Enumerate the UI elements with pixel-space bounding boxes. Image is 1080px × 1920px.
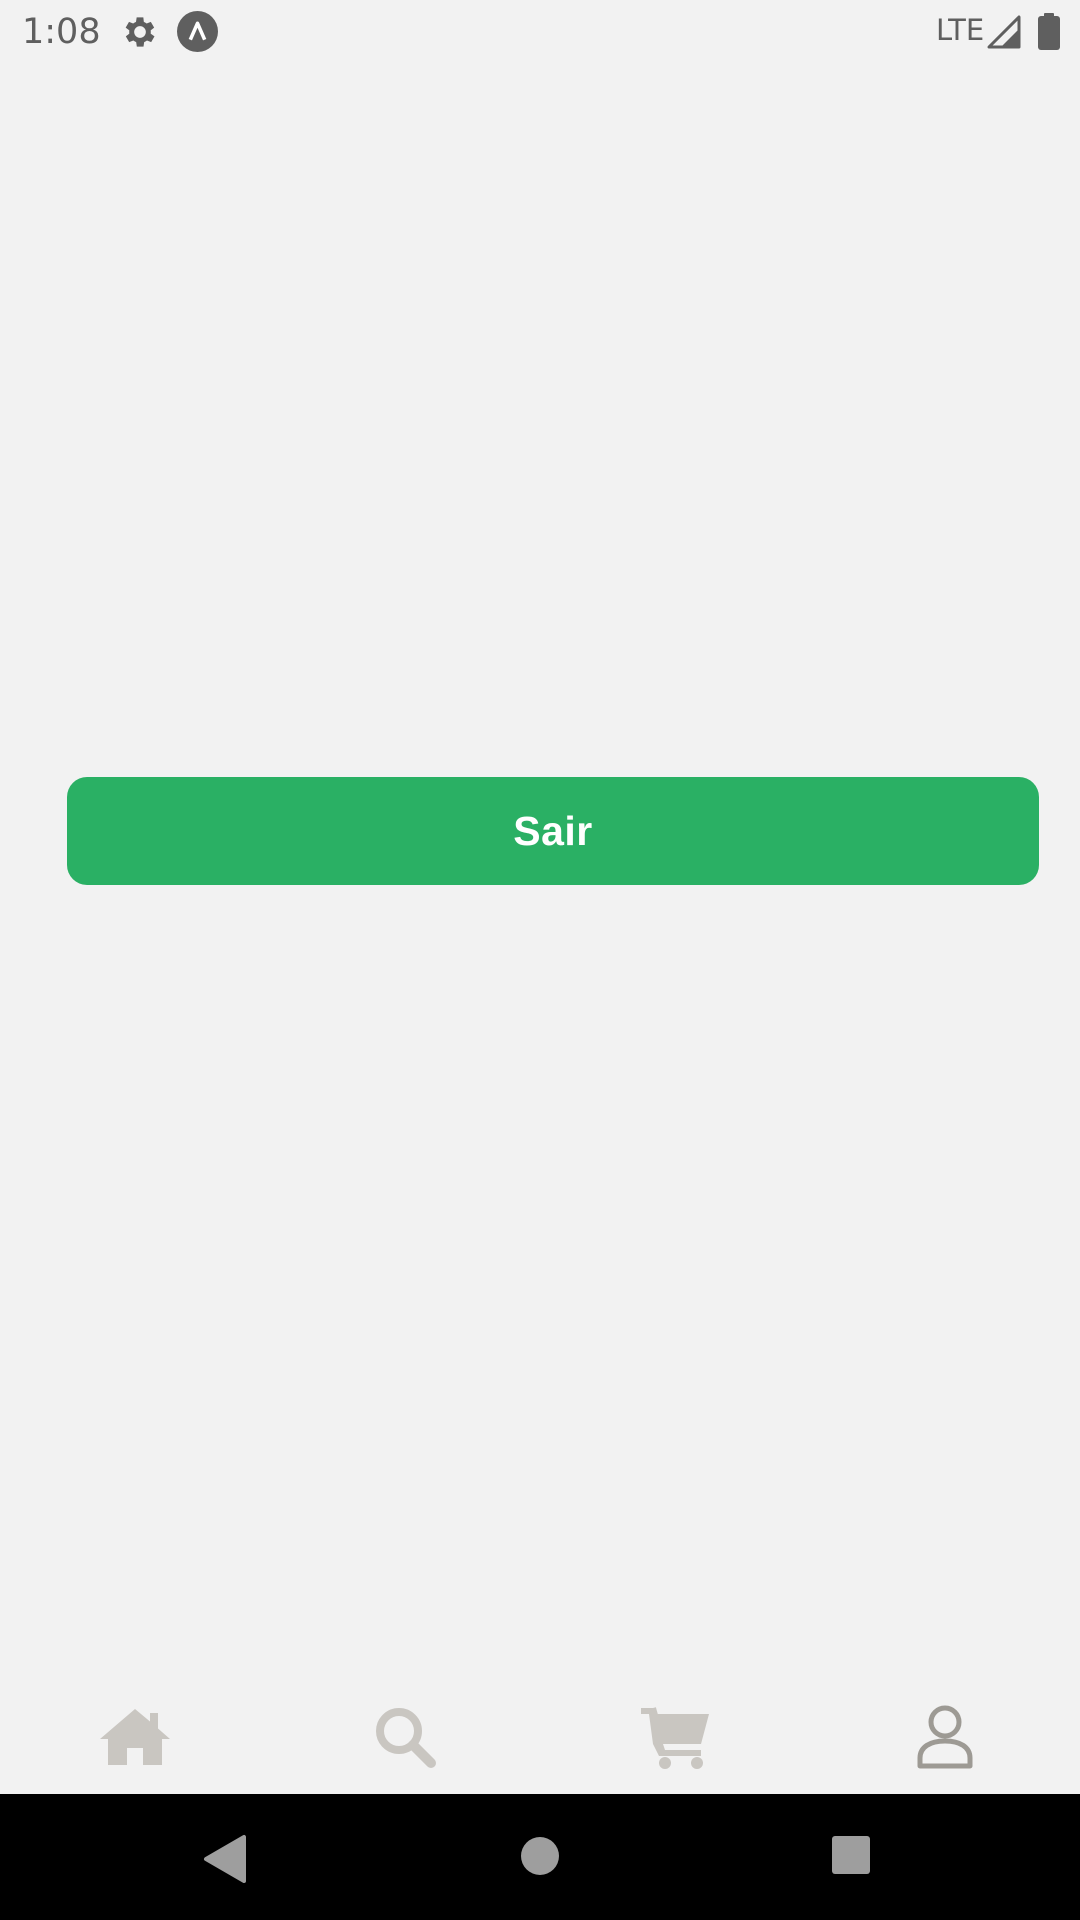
status-bar: 1:08 LTE bbox=[0, 0, 1080, 63]
system-nav-bar bbox=[0, 1794, 1080, 1920]
search-icon bbox=[376, 1708, 436, 1768]
home-icon bbox=[100, 1709, 170, 1765]
tab-home[interactable] bbox=[0, 1680, 270, 1794]
tab-cart[interactable] bbox=[540, 1680, 810, 1794]
home-circle-icon[interactable] bbox=[516, 1832, 564, 1880]
bottom-tab-bar bbox=[0, 1680, 1080, 1794]
cart-icon bbox=[641, 1707, 709, 1769]
app-notification-icon bbox=[177, 11, 218, 52]
signal-icon bbox=[987, 15, 1021, 49]
recents-icon[interactable] bbox=[830, 1834, 872, 1876]
logout-button-label: Sair bbox=[513, 807, 593, 854]
user-icon bbox=[917, 1705, 973, 1769]
tab-profile[interactable] bbox=[810, 1680, 1080, 1794]
back-icon[interactable] bbox=[200, 1834, 250, 1884]
logout-button[interactable]: Sair bbox=[67, 777, 1039, 885]
gear-icon bbox=[125, 17, 155, 47]
network-type: LTE bbox=[936, 13, 985, 47]
battery-icon bbox=[1038, 13, 1060, 50]
status-time: 1:08 bbox=[22, 12, 101, 52]
tab-search[interactable] bbox=[270, 1680, 540, 1794]
